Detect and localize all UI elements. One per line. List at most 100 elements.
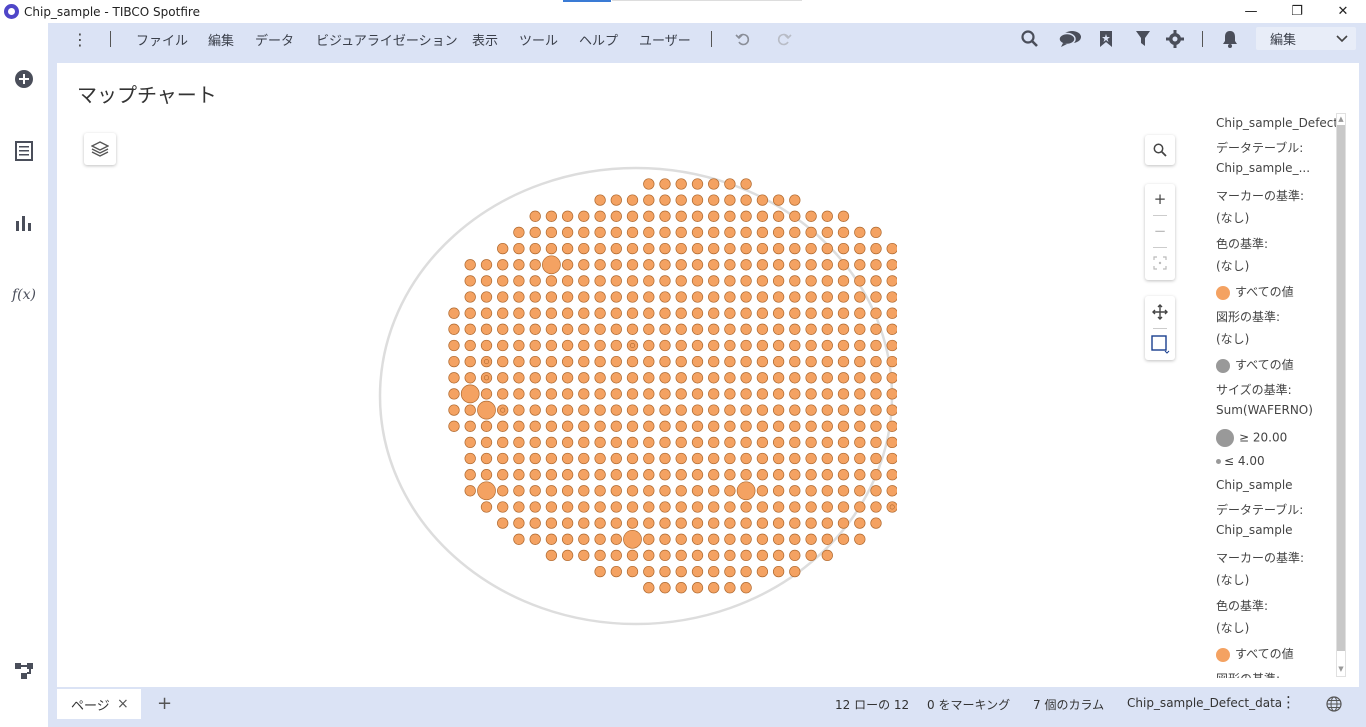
chip-marker[interactable]	[821, 372, 833, 384]
chip-marker[interactable]	[870, 452, 882, 465]
chip-marker[interactable]	[740, 226, 752, 239]
chip-marker[interactable]	[529, 259, 541, 271]
chip-marker[interactable]	[675, 339, 687, 352]
chip-marker[interactable]	[578, 242, 590, 255]
chip-marker[interactable]	[837, 259, 850, 271]
chip-marker[interactable]	[626, 275, 639, 287]
chip-marker[interactable]	[805, 420, 817, 432]
chip-marker[interactable]	[626, 404, 639, 416]
chip-marker[interactable]	[513, 323, 525, 335]
chip-marker[interactable]	[561, 355, 574, 368]
chip-marker[interactable]	[480, 307, 493, 319]
chip-marker[interactable]	[805, 339, 817, 352]
chip-marker[interactable]	[545, 485, 558, 497]
bookmark-icon[interactable]	[1096, 29, 1116, 49]
chip-marker[interactable]	[561, 307, 574, 319]
chip-marker[interactable]	[837, 420, 850, 432]
chip-markers[interactable]	[448, 178, 897, 594]
chip-marker[interactable]	[545, 388, 558, 400]
chip-marker[interactable]	[708, 242, 720, 255]
chip-marker[interactable]	[740, 355, 752, 368]
chip-marker[interactable]	[545, 517, 558, 529]
chip-marker[interactable]	[561, 259, 574, 271]
chip-marker[interactable]	[870, 355, 882, 368]
chip-marker[interactable]	[821, 501, 833, 513]
chip-marker[interactable]	[529, 323, 541, 335]
chip-marker[interactable]	[756, 259, 769, 271]
chip-marker[interactable]	[789, 291, 801, 303]
chip-marker[interactable]	[545, 307, 558, 319]
chip-marker[interactable]	[480, 436, 493, 449]
chip-marker[interactable]	[497, 388, 509, 400]
close-button[interactable]: ✕	[1320, 0, 1366, 23]
chip-marker[interactable]	[643, 549, 655, 562]
maximize-button[interactable]: ❐	[1274, 0, 1320, 23]
chip-marker[interactable]	[497, 436, 509, 449]
chip-marker[interactable]	[691, 582, 704, 594]
chip-marker[interactable]	[691, 323, 704, 335]
chip-marker[interactable]	[854, 291, 866, 303]
chip-marker[interactable]	[805, 259, 817, 271]
chip-marker[interactable]	[675, 565, 687, 578]
chip-marker[interactable]	[756, 291, 769, 303]
chip-marker[interactable]	[772, 501, 785, 513]
chip-marker[interactable]	[708, 565, 720, 578]
chip-marker[interactable]	[691, 404, 704, 416]
chip-marker[interactable]	[659, 291, 671, 303]
chip-marker[interactable]	[805, 275, 817, 287]
chip-marker[interactable]	[561, 420, 574, 432]
chip-marker[interactable]	[594, 420, 606, 432]
chip-marker[interactable]	[643, 582, 655, 594]
chip-marker[interactable]	[561, 275, 574, 287]
chip-marker[interactable]	[837, 275, 850, 287]
chip-marker[interactable]	[691, 565, 704, 578]
chip-marker[interactable]	[561, 291, 574, 303]
chip-marker[interactable]	[529, 210, 541, 222]
chip-marker[interactable]	[772, 242, 785, 255]
chip-marker[interactable]	[837, 307, 850, 319]
chip-marker[interactable]	[659, 210, 671, 222]
chip-marker[interactable]	[772, 436, 785, 449]
chip-marker[interactable]	[448, 355, 460, 368]
chip-marker[interactable]	[837, 226, 850, 239]
chip-marker[interactable]	[448, 404, 460, 416]
chip-marker[interactable]	[854, 388, 866, 400]
chip-marker[interactable]	[724, 323, 736, 335]
chip-marker[interactable]	[740, 404, 752, 416]
zoom-in-button[interactable]: +	[1145, 184, 1175, 214]
chip-marker[interactable]	[821, 420, 833, 432]
chip-marker[interactable]	[870, 275, 882, 287]
chip-marker[interactable]	[545, 355, 558, 368]
chip-marker[interactable]	[724, 210, 736, 222]
chip-marker[interactable]	[675, 323, 687, 335]
chip-marker[interactable]	[561, 242, 574, 255]
chip-marker[interactable]	[594, 355, 606, 368]
chip-marker[interactable]	[821, 436, 833, 449]
chip-marker[interactable]	[464, 485, 476, 497]
chip-marker[interactable]	[870, 517, 882, 529]
chip-marker[interactable]	[724, 501, 736, 513]
chip-marker[interactable]	[464, 259, 476, 271]
chip-marker[interactable]	[740, 194, 752, 206]
chip-marker[interactable]	[854, 275, 866, 287]
menu-user[interactable]: ユーザー	[639, 30, 691, 49]
chip-marker[interactable]	[691, 485, 704, 497]
chip-marker[interactable]	[805, 533, 817, 545]
chip-marker[interactable]	[529, 275, 541, 287]
filter-icon[interactable]	[1133, 29, 1153, 49]
chip-marker[interactable]	[610, 501, 622, 513]
chip-marker[interactable]	[610, 355, 622, 368]
page-tab[interactable]: ページ ×	[57, 689, 141, 719]
chip-marker[interactable]	[561, 549, 574, 562]
chip-marker[interactable]	[740, 291, 752, 303]
chip-marker[interactable]	[448, 323, 460, 335]
chip-marker[interactable]	[480, 275, 493, 287]
chip-marker[interactable]	[464, 372, 476, 384]
chip-marker[interactable]	[772, 452, 785, 465]
chip-marker[interactable]	[870, 291, 882, 303]
chip-marker[interactable]	[643, 485, 655, 497]
chip-marker[interactable]	[854, 339, 866, 352]
chip-marker[interactable]	[756, 452, 769, 465]
chip-marker[interactable]	[545, 436, 558, 449]
chip-marker[interactable]	[870, 485, 882, 497]
